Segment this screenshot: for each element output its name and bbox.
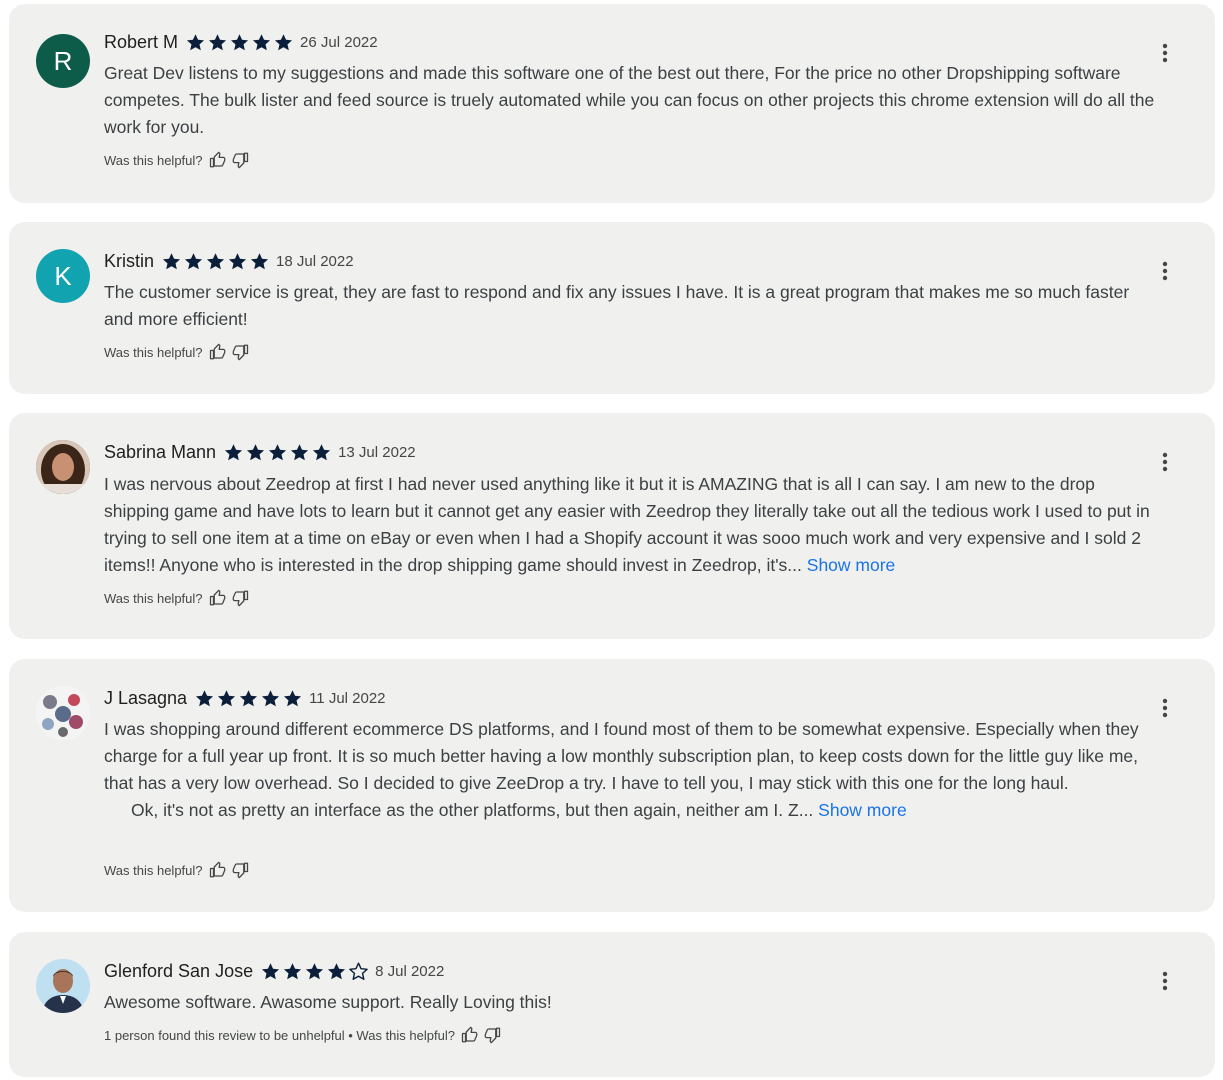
star-filled-icon [284, 962, 302, 979]
star-filled-icon [247, 443, 265, 460]
star-rating [194, 688, 303, 709]
thumbs-up-icon[interactable] [209, 861, 227, 879]
more-options-icon[interactable] [1153, 259, 1177, 283]
thumbs-down-icon[interactable] [231, 589, 249, 607]
star-filled-icon [262, 689, 280, 706]
star-filled-icon [252, 33, 271, 50]
star-filled-icon [162, 252, 181, 269]
review-date: 18 Jul 2022 [276, 252, 354, 270]
review-text: Great Dev listens to my suggestions and … [104, 63, 1155, 137]
helpful-label: Was this helpful? [104, 862, 203, 878]
star-filled-icon [208, 33, 227, 50]
star-rating [161, 251, 270, 272]
star-rating [223, 442, 332, 463]
star-filled-icon [284, 689, 302, 706]
review-card: Sabrina Mann 13 Jul 2022 I was nervous a… [9, 413, 1215, 639]
star-filled-icon [250, 252, 269, 269]
star-filled-icon [269, 443, 287, 460]
review-text: I was nervous about Zeedrop at first I h… [104, 474, 1150, 575]
avatar [36, 440, 90, 494]
helpful-row: Was this helpful? [104, 341, 249, 363]
reviewer-name: Glenford San Jose [104, 960, 254, 981]
star-rating [185, 32, 294, 53]
star-filled-icon [262, 962, 280, 979]
helpful-row: 1 person found this review to be unhelpf… [104, 1024, 501, 1046]
star-filled-icon [328, 962, 346, 979]
review-card: R Robert M 26 Jul 2022 Great Dev listens… [9, 4, 1215, 203]
reviewer-name: Sabrina Mann [104, 441, 217, 462]
review-text: I was shopping around different ecommerc… [104, 719, 1139, 820]
avatar: K [36, 249, 90, 303]
profile-photo-icon [36, 959, 90, 1013]
thumbs-up-icon[interactable] [209, 343, 227, 361]
reviewer-name: Robert M [104, 31, 179, 52]
star-filled-icon [225, 443, 243, 460]
review-card: J Lasagna 11 Jul 2022 I was shopping aro… [9, 659, 1215, 912]
thumbs-down-icon[interactable] [231, 861, 249, 879]
thumbs-down-icon[interactable] [231, 151, 249, 169]
helpful-label: Was this helpful? [104, 344, 203, 360]
review-text: The customer service is great, they are … [104, 282, 1130, 329]
reviewer-name: Kristin [104, 250, 155, 271]
star-filled-icon [196, 689, 214, 706]
star-filled-icon [184, 252, 203, 269]
profile-photo-icon [36, 686, 90, 740]
review-date: 13 Jul 2022 [338, 443, 416, 461]
more-options-icon[interactable] [1153, 696, 1177, 720]
more-options-icon[interactable] [1153, 41, 1177, 65]
show-more-link[interactable]: Show more [818, 800, 907, 820]
star-filled-icon [274, 33, 293, 50]
helpful-row: Was this helpful? [104, 149, 249, 171]
helpful-row: Was this helpful? [104, 859, 249, 881]
helpful-row: Was this helpful? [104, 587, 249, 609]
star-filled-icon [218, 689, 236, 706]
star-filled-icon [291, 443, 309, 460]
star-rating [260, 961, 369, 982]
profile-photo-icon [36, 440, 90, 494]
helpful-label: Was this helpful? [104, 152, 203, 168]
thumbs-up-icon[interactable] [209, 151, 227, 169]
star-empty-icon [349, 961, 368, 980]
thumbs-up-icon[interactable] [209, 589, 227, 607]
thumbs-down-icon[interactable] [483, 1026, 501, 1044]
review-date: 26 Jul 2022 [300, 33, 378, 51]
review-text: Awesome software. Awasome support. Reall… [104, 992, 552, 1012]
more-options-icon[interactable] [1153, 969, 1177, 993]
show-more-link[interactable]: Show more [807, 555, 896, 575]
review-card: Glenford San Jose 8 Jul 2022 Awesome sof… [9, 932, 1215, 1077]
star-filled-icon [228, 252, 247, 269]
avatar [36, 959, 90, 1013]
review-card: K Kristin 18 Jul 2022 The customer servi… [9, 222, 1215, 394]
thumbs-down-icon[interactable] [231, 343, 249, 361]
star-filled-icon [240, 689, 258, 706]
review-date: 8 Jul 2022 [375, 962, 445, 980]
avatar [36, 686, 90, 740]
star-filled-icon [306, 962, 324, 979]
reviewer-name: J Lasagna [104, 687, 188, 708]
more-options-icon[interactable] [1153, 450, 1177, 474]
helpful-label: Was this helpful? [104, 590, 203, 606]
helpful-label: 1 person found this review to be unhelpf… [104, 1027, 455, 1043]
thumbs-up-icon[interactable] [461, 1026, 479, 1044]
star-filled-icon [230, 33, 249, 50]
avatar: R [36, 34, 90, 88]
star-filled-icon [206, 252, 225, 269]
star-filled-icon [186, 33, 205, 50]
star-filled-icon [313, 443, 331, 460]
review-date: 11 Jul 2022 [309, 689, 386, 707]
